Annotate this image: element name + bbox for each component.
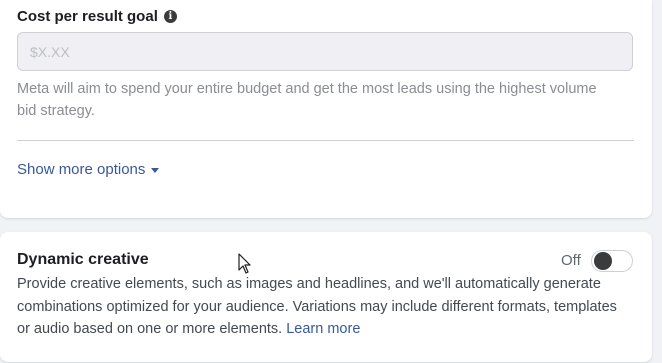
cost-goal-helper-text: Meta will aim to spend your entire budge… [17, 81, 597, 119]
dynamic-creative-title: Dynamic creative [17, 251, 149, 268]
show-more-options-link[interactable]: Show more options [17, 161, 160, 178]
cost-per-result-input[interactable] [17, 32, 633, 71]
toggle-state-label: Off [561, 252, 581, 269]
show-more-label: Show more options [17, 161, 146, 178]
cost-goal-heading: Cost per result goal i [17, 8, 177, 25]
caret-down-icon [151, 168, 160, 173]
dynamic-creative-description: Provide creative elements, such as image… [17, 273, 627, 341]
learn-more-link[interactable]: Learn more [286, 321, 360, 337]
mouse-pointer-icon [238, 253, 251, 274]
divider [17, 140, 634, 141]
toggle-knob [594, 252, 612, 270]
dynamic-creative-toggle[interactable] [591, 250, 633, 272]
info-icon[interactable]: i [163, 10, 177, 23]
bid-strategy-card: Cost per result goal i Meta will aim to … [0, 0, 652, 218]
cost-goal-label: Cost per result goal [17, 8, 158, 25]
